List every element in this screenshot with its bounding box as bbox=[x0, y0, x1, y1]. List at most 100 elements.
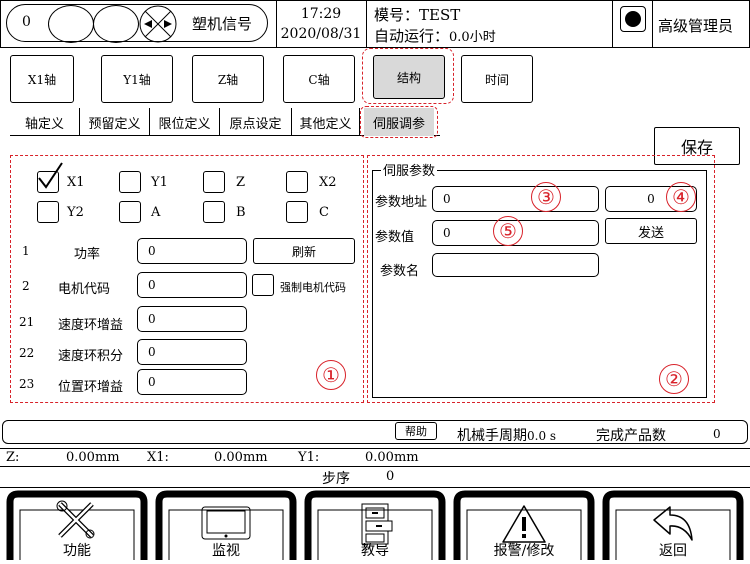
param-value-input[interactable]: 0 bbox=[137, 238, 247, 264]
checkbox-a-label: A bbox=[151, 205, 161, 220]
tab-time[interactable]: 时间 bbox=[461, 55, 533, 103]
param-value-input[interactable]: 0 bbox=[137, 272, 247, 298]
checkbox-y1[interactable] bbox=[119, 171, 141, 193]
nav-monitor-label: 监视 bbox=[212, 543, 240, 559]
checkbox-z[interactable] bbox=[203, 171, 225, 193]
param-value-input[interactable]: 0 bbox=[137, 306, 247, 332]
param-name: 位置环增益 bbox=[58, 380, 124, 395]
signal-circle-1 bbox=[48, 5, 94, 43]
nav-function-button[interactable]: 功能 bbox=[6, 490, 148, 562]
checkbox-b[interactable] bbox=[203, 201, 225, 223]
cycle-time: 机械手周期0.0 s bbox=[457, 425, 556, 445]
checkbox-b-label: B bbox=[236, 205, 246, 220]
nav-return-button[interactable]: 返回 bbox=[602, 490, 744, 562]
param-name-field[interactable] bbox=[432, 253, 599, 277]
annotation-4: ④ bbox=[666, 182, 696, 212]
tab-z[interactable]: Z轴 bbox=[192, 55, 264, 103]
y1-pos-value: 0.00mm bbox=[365, 450, 419, 465]
param-value-input[interactable]: 0 bbox=[137, 339, 247, 365]
clock-date: 2020/08/31 bbox=[280, 26, 362, 42]
clamp-icon bbox=[138, 5, 178, 43]
tools-icon bbox=[54, 500, 98, 542]
user-level[interactable]: 高级管理员 bbox=[658, 15, 733, 36]
z-pos-value: 0.00mm bbox=[66, 450, 120, 465]
checkbox-y2-label: Y2 bbox=[67, 205, 84, 220]
param-name: 功率 bbox=[74, 247, 101, 262]
tab-structure[interactable]: 结构 bbox=[373, 55, 445, 99]
record-indicator-icon[interactable] bbox=[620, 6, 646, 32]
checkbox-x1[interactable] bbox=[37, 162, 63, 193]
step-value: 0 bbox=[386, 469, 395, 484]
position-row-divider bbox=[0, 466, 750, 467]
param-num: 23 bbox=[19, 377, 35, 391]
cycle-value: 0.0 s bbox=[527, 429, 557, 443]
checkbox-c[interactable] bbox=[286, 201, 308, 223]
checkbox-x2[interactable] bbox=[286, 171, 308, 193]
warning-icon bbox=[501, 504, 547, 544]
mold-info: 模号：TEST bbox=[374, 4, 460, 25]
param-value-label: 参数值 bbox=[375, 230, 415, 245]
param-num: 22 bbox=[19, 346, 35, 360]
checkbox-c-label: C bbox=[319, 205, 329, 220]
product-count-label: 完成产品数 bbox=[596, 428, 666, 444]
tab-x1[interactable]: X1轴 bbox=[10, 55, 74, 103]
signal-circle-2 bbox=[93, 5, 139, 43]
x1-pos-label: X1: bbox=[147, 450, 169, 465]
tab-c[interactable]: C轴 bbox=[283, 55, 355, 103]
header-divider-2 bbox=[366, 0, 367, 48]
help-button[interactable]: 帮助 bbox=[395, 422, 437, 440]
checkmark-icon bbox=[38, 162, 63, 189]
nav-return-label: 返回 bbox=[659, 543, 687, 559]
nav-monitor-button[interactable]: 监视 bbox=[155, 490, 297, 562]
x1-pos-value: 0.00mm bbox=[214, 450, 268, 465]
return-icon bbox=[650, 504, 696, 544]
nav-teach-button[interactable]: 教导 bbox=[304, 490, 446, 562]
param-num: 2 bbox=[22, 279, 30, 293]
checkbox-y1-label: Y1 bbox=[151, 175, 168, 190]
param-address-input[interactable]: 0 bbox=[432, 186, 599, 212]
auto-run-label: 自动运行： bbox=[374, 27, 450, 45]
send-button[interactable]: 发送 bbox=[605, 218, 697, 244]
auto-run-info: 自动运行：0.0小时 bbox=[374, 25, 496, 46]
subtab-origin-set[interactable]: 原点设定 bbox=[220, 108, 292, 136]
annotation-2: ② bbox=[659, 364, 689, 394]
mold-label: 模号： bbox=[374, 6, 420, 24]
tab-y1[interactable]: Y1轴 bbox=[101, 55, 173, 103]
annotation-5: ⑤ bbox=[493, 216, 523, 246]
product-count-value: 0 bbox=[713, 427, 721, 441]
param-name: 速度环积分 bbox=[58, 349, 124, 364]
subtab-other-def[interactable]: 其他定义 bbox=[292, 108, 360, 136]
nav-alarm-label: 报警/修改 bbox=[493, 543, 555, 559]
counter-value: 0 bbox=[22, 14, 31, 30]
subtab-axis-def[interactable]: 轴定义 bbox=[10, 108, 80, 136]
step-label: 步序 bbox=[322, 471, 350, 487]
servo-param-title: 伺服参数 bbox=[381, 160, 438, 179]
nav-alarm-button[interactable]: 报警/修改 bbox=[453, 490, 595, 562]
header-divider-3 bbox=[612, 0, 613, 48]
param-num: 21 bbox=[19, 315, 35, 329]
param-name-label: 参数名 bbox=[380, 264, 420, 279]
machine-signal-label: 塑机信号 bbox=[192, 15, 253, 33]
subtab-limit-def[interactable]: 限位定义 bbox=[150, 108, 220, 136]
checkbox-x2-label: X2 bbox=[319, 175, 337, 190]
cycle-label: 机械手周期 bbox=[457, 428, 527, 444]
checkbox-y2[interactable] bbox=[37, 201, 59, 223]
param-value-input[interactable]: 0 bbox=[137, 369, 247, 395]
subtab-servo-tuning[interactable]: 伺服调参 bbox=[364, 108, 434, 136]
param-name: 速度环增益 bbox=[58, 318, 124, 333]
force-motor-code-checkbox[interactable] bbox=[252, 274, 274, 296]
clock-time: 17:29 bbox=[300, 6, 342, 22]
checkbox-x1-label: X1 bbox=[67, 175, 85, 190]
checkbox-z-label: Z bbox=[236, 175, 246, 190]
z-pos-label: Z: bbox=[6, 450, 20, 465]
refresh-button[interactable]: 刷新 bbox=[253, 238, 355, 264]
param-address-label: 参数地址 bbox=[375, 195, 428, 210]
param-name: 电机代码 bbox=[58, 282, 111, 297]
subtab-reserved-def[interactable]: 预留定义 bbox=[80, 108, 150, 136]
checkbox-a[interactable] bbox=[119, 201, 141, 223]
y1-pos-label: Y1: bbox=[298, 450, 320, 465]
auto-run-value: 0.0小时 bbox=[449, 30, 496, 45]
nav-teach-label: 教导 bbox=[361, 543, 389, 559]
param-num: 1 bbox=[22, 244, 30, 258]
nav-function-label: 功能 bbox=[63, 543, 91, 559]
